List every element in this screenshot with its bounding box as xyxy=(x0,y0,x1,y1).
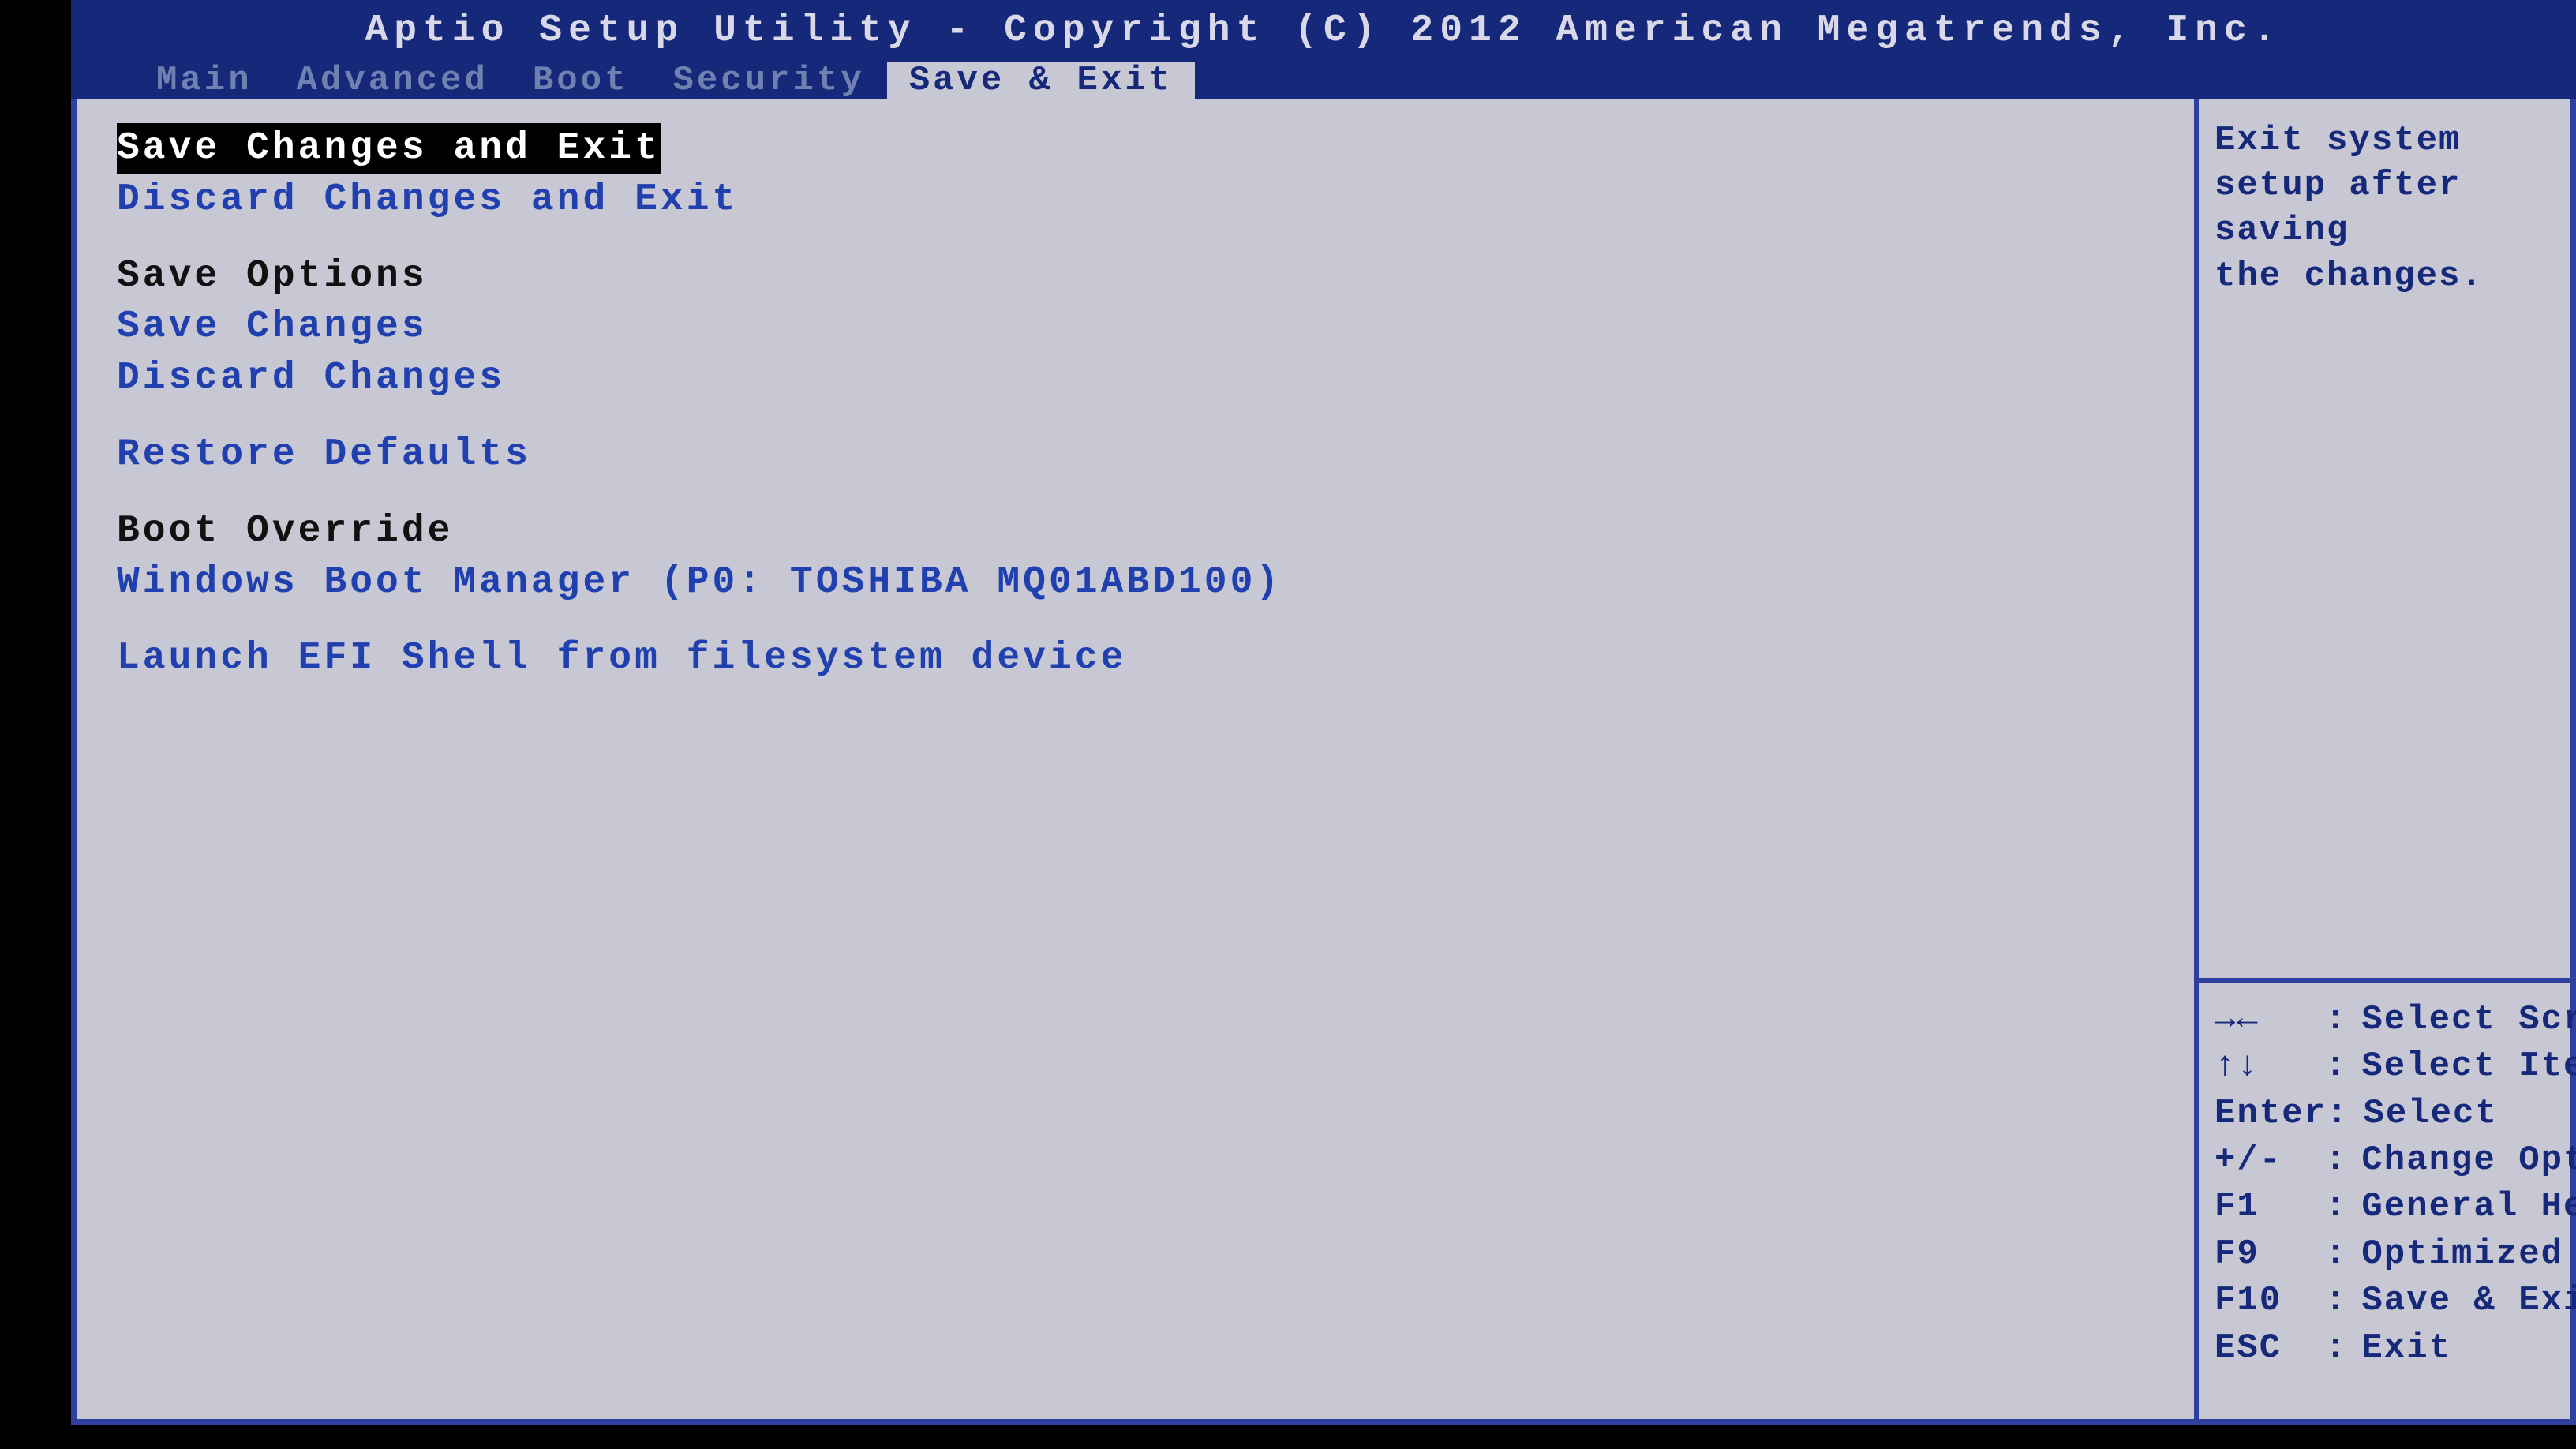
tab-boot[interactable]: Boot xyxy=(511,62,651,99)
key-hint-change-opt: +/-:Change Opt. xyxy=(2215,1137,2554,1184)
key-hint-general-help: F1:General Help xyxy=(2215,1184,2554,1230)
tab-bar: Main Advanced Boot Security Save & Exit xyxy=(71,62,2576,99)
key-hint-select-screen: →←:Select Screen xyxy=(2215,997,2554,1043)
key-hint-exit: ESC:Exit xyxy=(2215,1325,2554,1372)
help-line-1: Exit system setup after saving xyxy=(2215,118,2554,254)
key-hint-select: Enter:Select xyxy=(2215,1091,2554,1137)
menu-launch-efi-shell[interactable]: Launch EFI Shell from filesystem device xyxy=(117,633,2155,684)
right-pane: Exit system setup after saving the chang… xyxy=(2199,99,2570,1419)
section-save-options: Save Options xyxy=(117,251,2155,302)
tab-save-and-exit[interactable]: Save & Exit xyxy=(887,62,1195,99)
header-bar: Aptio Setup Utility - Copyright (C) 2012… xyxy=(71,0,2576,62)
menu-save-changes[interactable]: Save Changes xyxy=(117,301,2155,353)
key-hint-optimized-defaults: F9:Optimized Defaults xyxy=(2215,1231,2554,1278)
help-line-2: the changes. xyxy=(2215,254,2554,299)
key-hint-save-and-exit: F10:Save & Exit xyxy=(2215,1278,2554,1324)
menu-save-changes-and-exit[interactable]: Save Changes and Exit xyxy=(117,123,661,174)
header-title: Aptio Setup Utility - Copyright (C) 2012… xyxy=(365,9,2282,52)
menu-discard-changes-and-exit[interactable]: Discard Changes and Exit xyxy=(117,174,2155,226)
key-hint-select-item: ↑↓:Select Item xyxy=(2215,1043,2554,1090)
menu-boot-device-0[interactable]: Windows Boot Manager (P0: TOSHIBA MQ01AB… xyxy=(117,557,2155,608)
menu-restore-defaults[interactable]: Restore Defaults xyxy=(117,429,2155,481)
menu-discard-changes[interactable]: Discard Changes xyxy=(117,353,2155,404)
tab-main[interactable]: Main xyxy=(134,62,275,99)
help-pane: Exit system setup after saving the chang… xyxy=(2199,99,2570,983)
tab-advanced[interactable]: Advanced xyxy=(275,62,511,99)
tab-security[interactable]: Security xyxy=(650,62,886,99)
bios-setup-screen: Aptio Setup Utility - Copyright (C) 2012… xyxy=(71,0,2576,1449)
section-boot-override: Boot Override xyxy=(117,506,2155,557)
main-frame: Save Changes and Exit Discard Changes an… xyxy=(71,99,2576,1425)
keys-pane: →←:Select Screen ↑↓:Select Item Enter:Se… xyxy=(2199,983,2570,1419)
menu-pane: Save Changes and Exit Discard Changes an… xyxy=(77,99,2199,1419)
